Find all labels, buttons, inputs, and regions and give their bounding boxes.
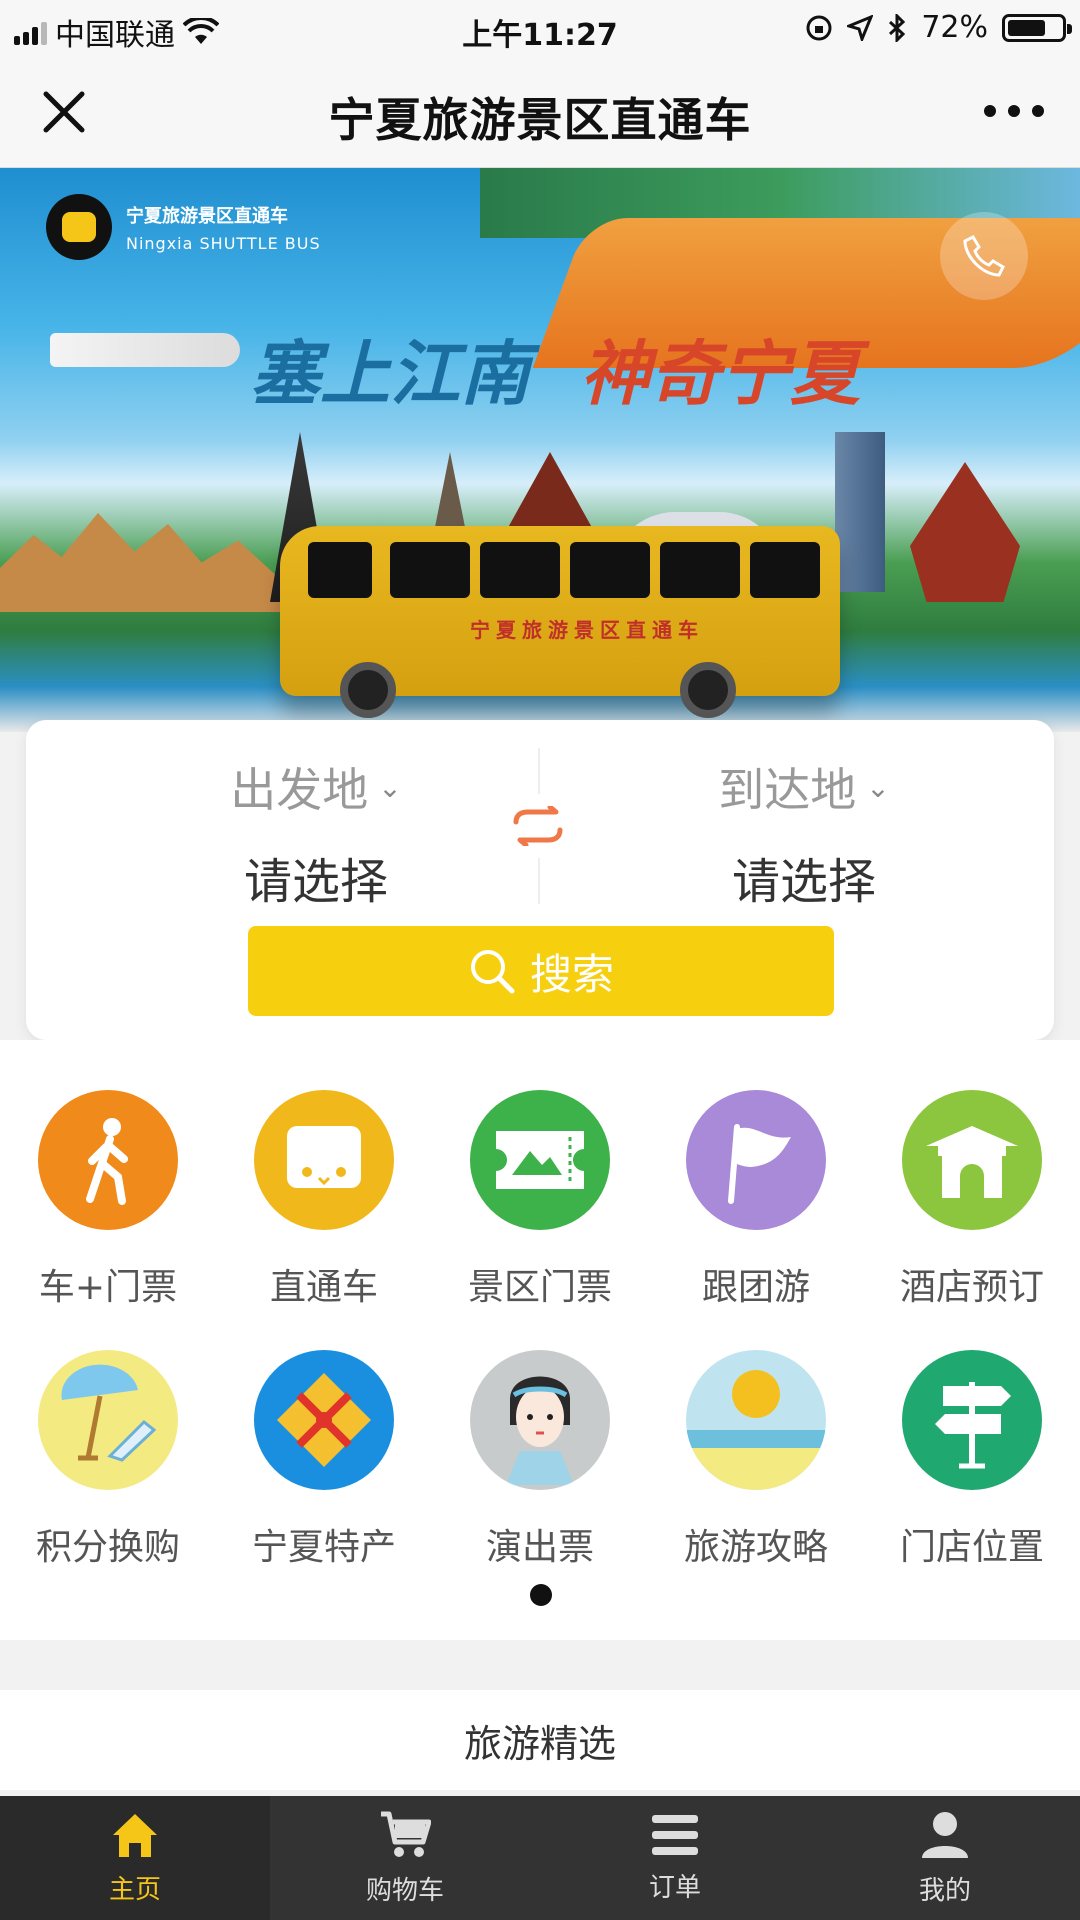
- tab-label: 订单: [648, 1872, 701, 1903]
- search-button-label: 搜索: [529, 949, 614, 999]
- flag-icon: [686, 1090, 826, 1230]
- destination-label: 到达地 ⌄: [718, 763, 890, 817]
- gate-icon: [902, 1090, 1042, 1230]
- grid-label: 旅游攻略: [683, 1527, 828, 1568]
- user-icon: [922, 1811, 968, 1858]
- tab-bar: 主页 购物车 订单 我的: [0, 1796, 1080, 1920]
- slogan-b: 神奇宁夏: [580, 332, 860, 415]
- ticket-icon: [470, 1090, 610, 1230]
- bus-logo-icon: [46, 194, 112, 260]
- gift-box-icon: [254, 1350, 394, 1490]
- section-title: 旅游精选: [463, 1721, 616, 1766]
- search-card: 出发地 ⌄ 请选择 到达地 ⌄ 请选择 搜索: [26, 720, 1054, 1040]
- destination-value: 请选择: [731, 854, 876, 910]
- departure-value: 请选择: [243, 854, 388, 910]
- nav-bar: 宁夏旅游景区直通车: [0, 56, 1080, 168]
- grid-item-scenic-ticket[interactable]: 景区门票: [432, 1090, 648, 1310]
- grid-item-show-ticket[interactable]: 演出票: [432, 1350, 648, 1570]
- slogan-a: 塞上江南: [250, 332, 530, 415]
- tab-profile[interactable]: 我的: [810, 1796, 1080, 1920]
- pavilion-image: [910, 462, 1020, 602]
- sun-horizon-icon: [686, 1350, 826, 1490]
- tab-label: 购物车: [365, 1875, 444, 1906]
- battery-icon: [1002, 13, 1072, 42]
- logo-text-cn: 宁夏旅游景区直通车: [126, 205, 288, 227]
- bus-text: 宁夏旅游景区直通车: [470, 618, 704, 642]
- opera-performer-icon: [470, 1350, 610, 1490]
- grid-label: 直通车: [269, 1267, 378, 1308]
- tab-cart[interactable]: 购物车: [270, 1796, 540, 1920]
- signpost-icon: [902, 1350, 1042, 1490]
- home-icon: [113, 1813, 157, 1857]
- sand-sculpture-image: [0, 513, 280, 612]
- grid-label: 门店位置: [899, 1527, 1044, 1568]
- location-arrow-icon: [847, 14, 874, 41]
- grid-item-travel-guide[interactable]: 旅游攻略: [648, 1350, 864, 1570]
- beach-umbrella-icon: [38, 1350, 178, 1490]
- page-title: 宁夏旅游景区直通车: [328, 93, 752, 147]
- tab-orders[interactable]: 订单: [540, 1796, 810, 1920]
- status-bar: 中国联通 上午11:27 72%: [0, 0, 1080, 56]
- grid-item-group-tour[interactable]: 跟团游: [648, 1090, 864, 1310]
- grid-label: 宁夏特产: [251, 1527, 396, 1568]
- tower-image: [835, 432, 885, 592]
- search-icon: [470, 950, 515, 994]
- grid-label: 车+门票: [38, 1267, 178, 1308]
- bus-image: 宁夏旅游景区直通车: [280, 526, 840, 718]
- grid-label: 景区门票: [467, 1267, 612, 1308]
- status-right: 72%: [805, 10, 1072, 45]
- departure-selector[interactable]: 出发地 ⌄ 请选择: [116, 754, 516, 912]
- tab-home[interactable]: 主页: [0, 1796, 270, 1920]
- bluetooth-icon: [889, 13, 906, 42]
- chevron-down-icon: ⌄: [866, 770, 890, 804]
- walking-person-icon: [38, 1090, 178, 1230]
- destination-selector[interactable]: 到达地 ⌄ 请选择: [604, 754, 1004, 912]
- banner-slogan: 塞上江南 神奇宁夏: [250, 318, 860, 419]
- grid-item-store-location[interactable]: 门店位置: [864, 1350, 1080, 1570]
- grid-label: 演出票: [485, 1527, 594, 1568]
- grid-label: 酒店预订: [899, 1267, 1044, 1308]
- grid-item-hotel[interactable]: 酒店预订: [864, 1090, 1080, 1310]
- more-icon[interactable]: [984, 96, 1044, 126]
- banner[interactable]: 宁夏旅游景区直通车 Ningxia SHUTTLE BUS 塞上江南 神奇宁夏 宁…: [0, 168, 1080, 732]
- rotation-lock-icon: [806, 15, 832, 40]
- grid-item-ningxia-specialty[interactable]: 宁夏特产: [216, 1350, 432, 1570]
- grid-label: 积分换购: [35, 1527, 180, 1568]
- chevron-down-icon: ⌄: [378, 770, 402, 804]
- tab-label: 主页: [108, 1874, 161, 1905]
- tab-label: 我的: [918, 1875, 971, 1906]
- grid-label: 跟团游: [701, 1267, 810, 1308]
- grid-item-car-ticket[interactable]: 车+门票: [0, 1090, 216, 1310]
- feature-grid-items: 车+门票 直通车 景区门票 跟团游 酒店预订 积分换购 宁夏特产 演出票 旅游攻…: [0, 1090, 1080, 1570]
- feature-grid: 车+门票 直通车 景区门票 跟团游 酒店预订 积分换购 宁夏特产 演出票 旅游攻…: [0, 1040, 1080, 1640]
- grid-item-points-exchange[interactable]: 积分换购: [0, 1350, 216, 1570]
- airplane-image: [50, 333, 240, 367]
- search-button[interactable]: 搜索: [248, 926, 834, 1016]
- page-indicator: [530, 1584, 552, 1606]
- list-icon: [652, 1814, 698, 1855]
- cart-icon: [381, 1811, 431, 1857]
- battery-percent: 72%: [921, 10, 988, 45]
- bus-face-icon: [254, 1090, 394, 1230]
- swap-icon[interactable]: [498, 794, 578, 858]
- section-header: 旅游精选: [0, 1690, 1080, 1790]
- logo-text-en: Ningxia SHUTTLE BUS: [126, 233, 321, 253]
- grid-item-shuttle[interactable]: 直通车: [216, 1090, 432, 1310]
- banner-logo: 宁夏旅游景区直通车 Ningxia SHUTTLE BUS: [46, 194, 321, 260]
- phone-icon[interactable]: [940, 212, 1028, 300]
- departure-label: 出发地 ⌄: [230, 763, 402, 817]
